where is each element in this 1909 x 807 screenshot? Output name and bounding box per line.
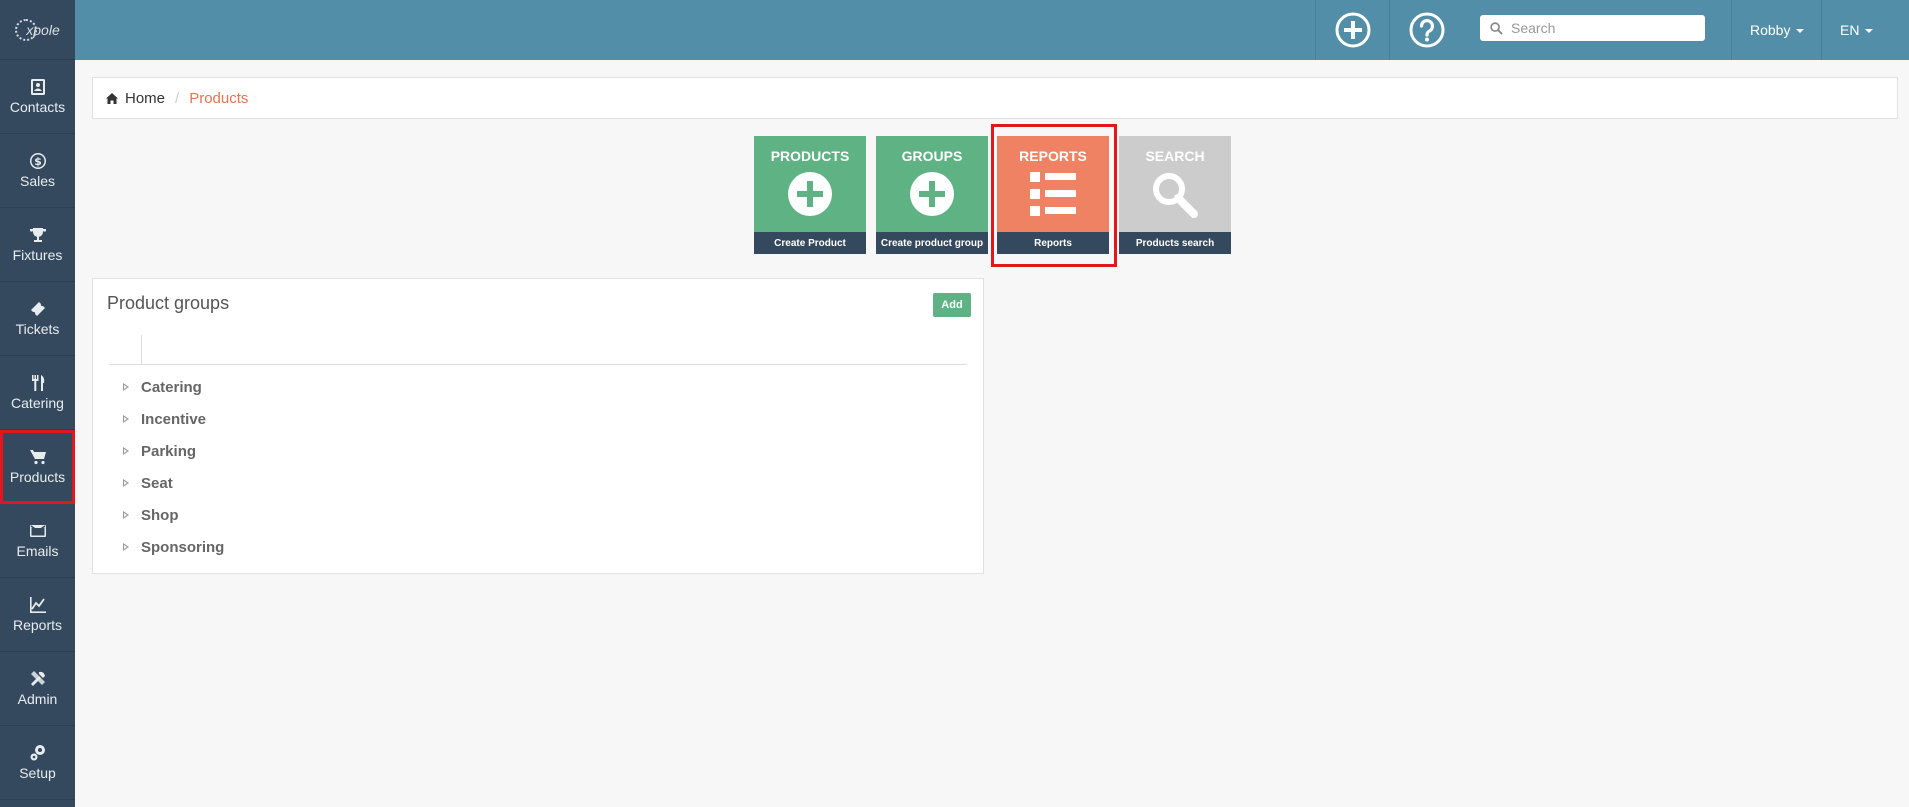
tree-item-sponsoring[interactable]: Sponsoring <box>123 531 224 563</box>
tree-item-incentive[interactable]: Incentive <box>123 403 224 435</box>
sidebar-item-label: Tickets <box>15 321 60 337</box>
sidebar-item-label: Emails <box>16 543 59 559</box>
sidebar-item-admin[interactable]: Admin <box>0 652 75 726</box>
sidebar-item-label: Admin <box>17 691 58 707</box>
contacts-icon <box>30 79 45 95</box>
tile-title: GROUPS <box>901 148 963 164</box>
gears-icon <box>30 745 45 761</box>
envelope-icon <box>29 525 46 537</box>
tile-title: SEARCH <box>1145 148 1205 164</box>
product-group-tree: Catering Incentive Parking Seat Shop Spo… <box>123 371 224 563</box>
user-name: Robby <box>1750 22 1791 38</box>
product-groups-panel: Product groups Add Catering Incentive Pa… <box>92 278 984 574</box>
language-menu[interactable]: EN <box>1821 0 1883 60</box>
plus-circle-icon <box>788 172 832 216</box>
breadcrumb-home-label: Home <box>125 89 166 107</box>
tree-item-label: Incentive <box>141 410 207 428</box>
home-icon <box>106 92 118 104</box>
magnifier-icon <box>1153 173 1198 218</box>
sidebar-item-sales[interactable]: $ Sales <box>0 134 75 208</box>
expand-arrow-icon[interactable] <box>123 447 129 455</box>
expand-arrow-icon[interactable] <box>123 415 129 423</box>
caret-down-icon <box>1865 29 1874 33</box>
trophy-icon <box>29 228 46 242</box>
plus-circle-icon <box>1335 12 1370 48</box>
sidebar-item-emails[interactable]: Emails <box>0 504 75 578</box>
breadcrumb-current: Products <box>189 89 249 107</box>
svg-text:$: $ <box>34 155 42 168</box>
user-menu[interactable]: Robby <box>1731 0 1809 60</box>
sidebar-item-label: Setup <box>19 765 56 781</box>
caret-down-icon <box>1796 29 1805 33</box>
plus-circle-icon <box>910 172 954 216</box>
tile-create-product[interactable]: PRODUCTS Create Product <box>754 136 866 254</box>
add-group-button[interactable]: Add <box>933 293 971 317</box>
tile-footer: Products search <box>1119 232 1231 254</box>
sidebar-item-catering[interactable]: Catering <box>0 356 75 430</box>
sidebar-item-label: Contacts <box>9 99 66 115</box>
sidebar-item-label: Reports <box>12 617 63 633</box>
tile-footer: Create Product <box>754 232 866 254</box>
expand-arrow-icon[interactable] <box>123 383 129 391</box>
app-logo[interactable]: xpole <box>0 0 75 60</box>
sidebar-item-label: Sales <box>19 173 56 189</box>
search-input[interactable] <box>1511 20 1691 36</box>
sidebar-item-label: Catering <box>11 395 64 411</box>
chart-icon <box>29 597 46 613</box>
sidebar: xpole Contacts $ Sales Fixtures Tickets … <box>0 0 75 807</box>
top-bar: Robby EN <box>75 0 1909 60</box>
expand-arrow-icon[interactable] <box>123 479 129 487</box>
sidebar-item-tickets[interactable]: Tickets <box>0 282 75 356</box>
tree-item-label: Seat <box>141 474 173 492</box>
breadcrumb-home[interactable]: Home <box>106 90 165 107</box>
tile-create-group[interactable]: GROUPS Create product group <box>876 136 988 254</box>
sidebar-item-fixtures[interactable]: Fixtures <box>0 208 75 282</box>
quick-add-button[interactable] <box>1315 0 1389 60</box>
tree-item-label: Sponsoring <box>141 538 225 556</box>
tree-item-label: Parking <box>141 442 197 460</box>
cart-icon <box>29 450 46 465</box>
tile-footer: Create product group <box>876 232 988 254</box>
sidebar-item-label: Fixtures <box>12 247 63 263</box>
panel-title: Product groups <box>107 293 230 313</box>
sidebar-item-contacts[interactable]: Contacts <box>0 60 75 134</box>
expand-arrow-icon[interactable] <box>123 543 129 551</box>
tools-icon <box>30 671 45 686</box>
language-label: EN <box>1840 22 1860 38</box>
sidebar-item-setup[interactable]: Setup <box>0 726 75 800</box>
tree-item-catering[interactable]: Catering <box>123 371 224 403</box>
tile-products-search[interactable]: SEARCH Products search <box>1119 136 1231 254</box>
breadcrumb: Home / Products <box>92 77 1898 119</box>
search-box <box>1480 15 1705 41</box>
sidebar-item-reports[interactable]: Reports <box>0 578 75 652</box>
sidebar-item-label: Products <box>9 469 66 485</box>
tree-item-seat[interactable]: Seat <box>123 467 224 499</box>
sidebar-item-products[interactable]: Products <box>0 430 75 504</box>
expand-arrow-icon[interactable] <box>123 511 129 519</box>
search-icon <box>1490 21 1503 35</box>
tree-header <box>109 335 967 365</box>
highlight-box <box>991 124 1117 267</box>
tree-item-label: Catering <box>141 378 202 396</box>
breadcrumb-separator: / <box>175 89 180 107</box>
tree-item-shop[interactable]: Shop <box>123 499 224 531</box>
question-circle-icon <box>1409 12 1444 48</box>
tree-item-label: Shop <box>141 506 179 524</box>
dollar-icon: $ <box>29 153 46 169</box>
cutlery-icon <box>31 375 44 391</box>
ticket-icon <box>30 302 45 316</box>
tile-title: PRODUCTS <box>770 148 850 164</box>
tree-item-parking[interactable]: Parking <box>123 435 224 467</box>
help-button[interactable] <box>1389 0 1463 60</box>
